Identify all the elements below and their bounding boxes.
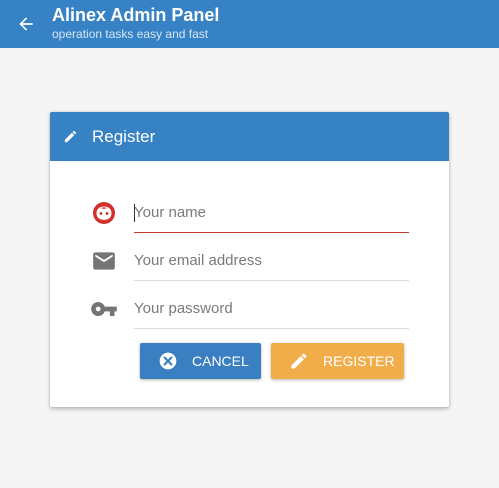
text-caret	[134, 204, 135, 222]
email-input[interactable]	[134, 241, 409, 280]
password-field-row	[88, 289, 409, 329]
email-icon	[88, 245, 120, 277]
register-button[interactable]: Register	[271, 343, 404, 379]
register-card: Register Your name Your email address CA…	[50, 112, 449, 407]
pencil-icon	[279, 351, 319, 371]
cancel-circle-icon	[148, 351, 188, 371]
app-subtitle: operation tasks easy and fast	[52, 26, 209, 41]
name-input[interactable]	[134, 193, 409, 232]
cancel-button-label: Cancel	[192, 353, 249, 369]
pencil-icon	[64, 130, 77, 143]
password-input-wrap	[134, 289, 409, 329]
card-header: Register	[50, 112, 449, 161]
email-field-row	[88, 241, 409, 281]
password-input[interactable]	[134, 289, 409, 328]
card-title: Register	[92, 126, 156, 146]
name-input-wrap	[134, 193, 409, 233]
face-icon	[88, 197, 120, 229]
app-header: Alinex Admin Panel operation tasks easy …	[0, 0, 499, 48]
key-icon	[88, 293, 120, 325]
name-field-row	[88, 193, 409, 233]
email-input-wrap	[134, 241, 409, 281]
register-button-label: Register	[323, 353, 395, 369]
app-title: Alinex Admin Panel	[52, 4, 220, 25]
cancel-button[interactable]: Cancel	[140, 343, 261, 379]
arrow-left-icon	[19, 17, 33, 31]
back-button[interactable]	[0, 0, 52, 48]
